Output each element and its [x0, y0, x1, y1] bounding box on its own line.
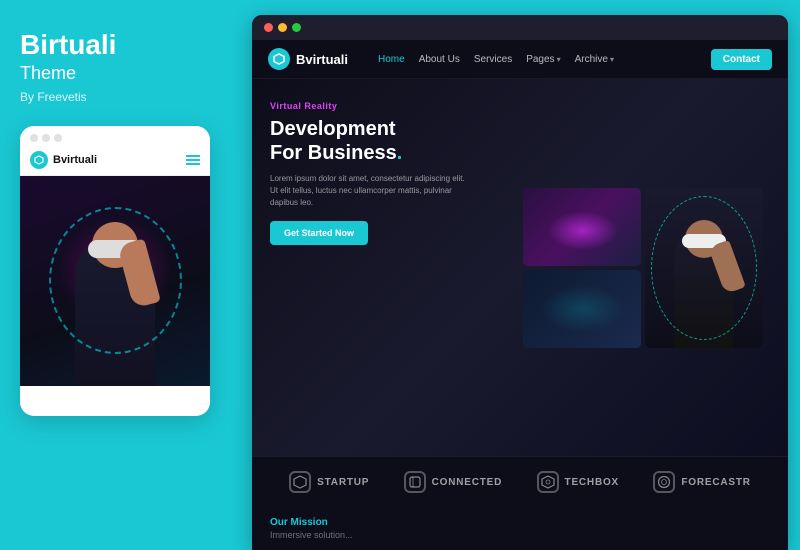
hero-image-grid [523, 188, 763, 348]
browser-dot-red [264, 23, 273, 32]
techbox-icon [537, 471, 559, 493]
mobile-dot-3 [54, 134, 62, 142]
right-panel: Bvirtuali Home About Us Services Pages A… [240, 0, 800, 550]
left-panel: Birtuali Theme By Freevetis Bvirtuali [0, 0, 240, 550]
brand-startup-name: STARTUP [317, 477, 369, 488]
hero-heading: Development For Business. [270, 117, 481, 165]
nav-home[interactable]: Home [378, 54, 405, 65]
brand-by: By Freevetis [20, 90, 220, 104]
dashed-ring [651, 196, 757, 340]
site-logo-text: Bvirtuali [296, 52, 348, 67]
connected-icon [404, 471, 426, 493]
browser-dot-green [292, 23, 301, 32]
forecastr-icon [653, 471, 675, 493]
nav-archive[interactable]: Archive [575, 54, 614, 65]
brand-forecastr: forecastr [653, 471, 750, 493]
nav-about[interactable]: About Us [419, 54, 460, 65]
brand-techbox: TECHBOX [537, 471, 620, 493]
brand-forecastr-name: forecastr [681, 477, 750, 488]
site-logo: Bvirtuali [268, 48, 348, 70]
brands-bar: STARTUP CONNECTED [252, 456, 788, 507]
hero-content: Virtual Reality Development For Business… [252, 79, 499, 456]
mission-label: Our Mission [270, 517, 770, 528]
hero-heading-dot: . [397, 142, 403, 164]
mobile-dot-2 [42, 134, 50, 142]
hero-heading-line2: For Business [270, 142, 397, 164]
mobile-mockup: Bvirtuali [20, 126, 210, 416]
brand-connected: CONNECTED [404, 471, 503, 493]
hero-img-vr-glow [523, 188, 641, 266]
brand-startup: STARTUP [289, 471, 369, 493]
browser-dot-yellow [278, 23, 287, 32]
browser-window: Bvirtuali Home About Us Services Pages A… [252, 15, 788, 550]
hero-img-hands [523, 270, 641, 348]
brand-subtitle: Theme [20, 63, 220, 84]
brand-techbox-name: TECHBOX [565, 477, 620, 488]
hero-images [499, 79, 788, 456]
nav-pages[interactable]: Pages [526, 54, 560, 65]
site-navbar: Bvirtuali Home About Us Services Pages A… [252, 40, 788, 79]
site-hero: Virtual Reality Development For Business… [252, 79, 788, 456]
nav-contact-button[interactable]: Contact [711, 49, 772, 70]
mission-teaser: Our Mission Immersive solution... [252, 507, 788, 550]
hero-heading-line1: Development [270, 118, 396, 140]
hero-description: Lorem ipsum dolor sit amet, consectetur … [270, 173, 470, 209]
mission-text: Immersive solution... [270, 530, 770, 540]
mobile-hero-image [20, 176, 210, 386]
mobile-logo-icon [30, 151, 48, 169]
site-logo-icon [268, 48, 290, 70]
browser-titlebar [252, 15, 788, 40]
nav-services[interactable]: Services [474, 54, 512, 65]
brand-title: Birtuali [20, 30, 220, 61]
mobile-nav: Bvirtuali [20, 147, 210, 176]
mobile-logo: Bvirtuali [30, 151, 97, 169]
brand-connected-name: CONNECTED [432, 477, 503, 488]
hero-cta-button[interactable]: Get Started Now [270, 221, 368, 245]
hamburger-icon[interactable] [186, 155, 200, 165]
hero-img-person [645, 188, 763, 348]
dashed-circle [49, 207, 182, 354]
site-nav-links: Home About Us Services Pages Archive [378, 54, 711, 65]
mobile-titlebar [20, 126, 210, 147]
hero-tag: Virtual Reality [270, 101, 481, 111]
mobile-logo-text: Bvirtuali [53, 154, 97, 166]
mobile-dot-1 [30, 134, 38, 142]
startup-icon [289, 471, 311, 493]
vr-person [20, 176, 210, 386]
